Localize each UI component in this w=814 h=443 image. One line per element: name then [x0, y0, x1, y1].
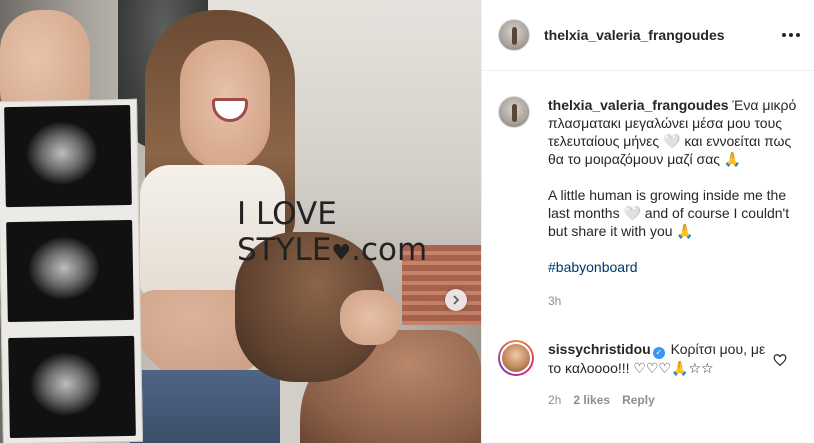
watermark-suffix: .com: [351, 232, 428, 268]
post-caption: thelxia_valeria_frangoudes Ένα μικρό πλα…: [498, 96, 798, 310]
ultrasound-strip: [0, 98, 143, 443]
chevron-right-icon: [453, 295, 460, 305]
author-username[interactable]: thelxia_valeria_frangoudes: [544, 27, 725, 43]
more-options-icon[interactable]: [782, 28, 800, 42]
post-header: thelxia_valeria_frangoudes: [482, 0, 814, 71]
caption-body: thelxia_valeria_frangoudes Ένα μικρό πλα…: [548, 96, 798, 310]
ultrasound-image: [6, 219, 134, 323]
reply-button[interactable]: Reply: [622, 391, 655, 409]
photo-hand-on-head: [340, 290, 400, 345]
caption-avatar[interactable]: [498, 96, 530, 128]
caption-english-text: A little human is growing inside me the …: [548, 187, 790, 239]
commenter-username[interactable]: sissychristidou: [548, 341, 651, 357]
caption-timestamp[interactable]: 3h: [548, 292, 798, 310]
post-photo[interactable]: I LOVE STYLE♥.com: [0, 0, 481, 443]
post-side-panel: thelxia_valeria_frangoudes thelxia_valer…: [481, 0, 814, 443]
watermark: I LOVE STYLE♥.com: [237, 196, 481, 268]
watermark-text: I LOVE STYLE: [237, 196, 337, 268]
verified-badge-icon: ✓: [652, 347, 665, 359]
watermark-heart: ♥: [331, 241, 352, 266]
comment-body: sissychristidou ✓ Κορίτσι μου, με το καλο…: [548, 340, 768, 409]
comment-meta: 2h 2 likes Reply: [548, 391, 768, 409]
comment-likes[interactable]: 2 likes: [573, 391, 610, 409]
carousel-next-button[interactable]: [445, 289, 467, 311]
caption-username[interactable]: thelxia_valeria_frangoudes: [548, 97, 729, 113]
like-comment-heart-icon[interactable]: [773, 353, 787, 367]
comment-text-line: sissychristidou ✓ Κορίτσι μου, με το καλο…: [548, 340, 768, 377]
comment-item: sissychristidou ✓ Κορίτσι μου, με το καλο…: [498, 340, 798, 409]
comment-timestamp[interactable]: 2h: [548, 391, 561, 409]
caption-greek-paragraph: thelxia_valeria_frangoudes Ένα μικρό πλα…: [548, 96, 798, 168]
commenter-avatar[interactable]: [498, 340, 534, 376]
caption-hashtag[interactable]: #babyonboard: [548, 258, 798, 276]
author-avatar[interactable]: [498, 19, 530, 51]
photo-jeans: [130, 370, 280, 443]
ultrasound-image: [4, 104, 132, 208]
ultrasound-image: [8, 335, 136, 439]
instagram-post: I LOVE STYLE♥.com thelxia_valeria_frango…: [0, 0, 814, 443]
